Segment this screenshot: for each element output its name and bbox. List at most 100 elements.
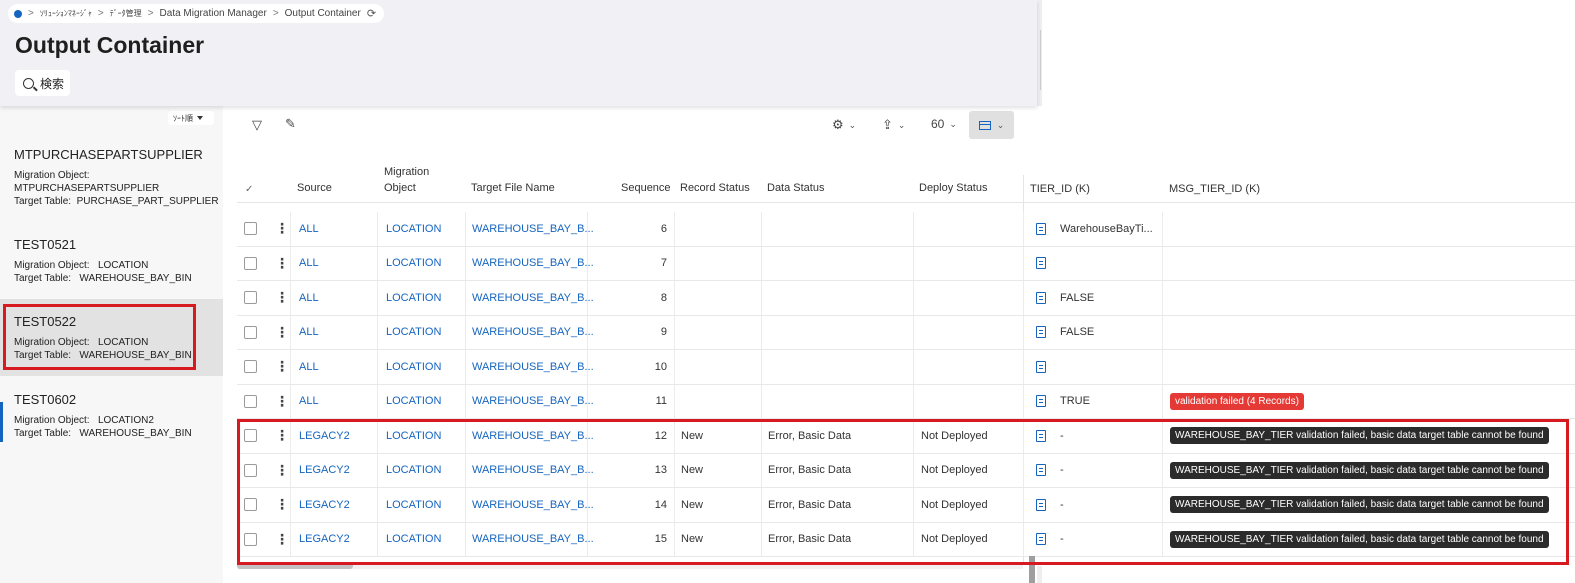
document-icon[interactable] <box>1036 360 1046 373</box>
refresh-icon[interactable]: ⟳ <box>367 7 376 20</box>
cell-source[interactable]: ALL <box>299 316 319 350</box>
row-checkbox-cell[interactable] <box>244 488 257 522</box>
cell-migration-object[interactable]: LOCATION <box>386 454 441 488</box>
row-checkbox[interactable] <box>244 394 257 408</box>
row-checkbox[interactable] <box>244 325 257 339</box>
cell-target-file[interactable]: WAREHOUSE_BAY_B... <box>472 454 594 488</box>
row-checkbox[interactable] <box>244 360 257 374</box>
vertical-scrollbar-thumb[interactable] <box>1029 556 1035 583</box>
column-header-migration-object[interactable]: Migration <box>384 166 429 178</box>
table-row[interactable]: ⋮ ALL LOCATION WAREHOUSE_BAY_B... 10 <box>237 350 1575 385</box>
document-icon[interactable] <box>1036 257 1046 270</box>
column-header-data-status[interactable]: Data Status <box>767 182 824 194</box>
cell-target-file[interactable]: WAREHOUSE_BAY_B... <box>472 385 594 419</box>
table-row[interactable]: ⋮ ALL LOCATION WAREHOUSE_BAY_B... 6 Warehouse… <box>237 212 1575 247</box>
table-row[interactable]: ⋮ LEGACY2 LOCATION WAREHOUSE_BAY_B... 14 New E… <box>237 488 1575 523</box>
list-item[interactable]: MTPURCHASEPARTSUPPLIER Migration Object:… <box>0 147 223 215</box>
row-menu-icon[interactable]: ⋮ <box>275 316 289 350</box>
cell-source[interactable]: ALL <box>299 350 319 384</box>
table-row[interactable]: ⋮ ALL LOCATION WAREHOUSE_BAY_B... 7 <box>237 246 1575 281</box>
breadcrumb-item[interactable]: ｿﾘｭｰｼｮﾝﾏﾈｰｼﾞｬ <box>40 8 92 19</box>
row-checkbox-cell[interactable] <box>244 419 257 453</box>
table-row[interactable]: ⋮ ALL LOCATION WAREHOUSE_BAY_B... 11 TRUE vali… <box>237 384 1575 419</box>
cell-source[interactable]: LEGACY2 <box>299 419 350 453</box>
cell-migration-object[interactable]: LOCATION <box>386 419 441 453</box>
select-all-check[interactable]: ✓ <box>245 184 253 195</box>
cell-target-file[interactable]: WAREHOUSE_BAY_B... <box>472 350 594 384</box>
column-header-tier-id[interactable]: TIER_ID (K) <box>1030 183 1090 195</box>
list-item[interactable]: TEST0521 Migration Object: LOCATION Targ… <box>0 237 223 292</box>
cell-migration-object[interactable]: LOCATION <box>386 212 441 246</box>
cell-document[interactable] <box>1036 281 1046 315</box>
cell-document[interactable] <box>1036 212 1046 246</box>
breadcrumb-item[interactable]: Data Migration Manager <box>160 8 267 19</box>
row-checkbox[interactable] <box>244 256 257 270</box>
table-row[interactable]: ⋮ ALL LOCATION WAREHOUSE_BAY_B... 9 FALSE <box>237 315 1575 350</box>
table-row[interactable]: ⋮ LEGACY2 LOCATION WAREHOUSE_BAY_B... 15 New E… <box>237 522 1575 557</box>
cell-migration-object[interactable]: LOCATION <box>386 281 441 315</box>
row-menu-icon[interactable]: ⋮ <box>275 454 289 488</box>
page-size-select[interactable]: 60 ⌄ <box>931 117 957 131</box>
document-icon[interactable] <box>1036 395 1046 408</box>
cell-target-file[interactable]: WAREHOUSE_BAY_B... <box>472 523 594 557</box>
horizontal-scrollbar-thumb[interactable] <box>237 563 353 569</box>
column-header-sequence[interactable]: Sequence <box>621 182 671 194</box>
row-checkbox[interactable] <box>244 222 257 236</box>
row-menu-icon[interactable]: ⋮ <box>275 247 289 281</box>
row-checkbox[interactable] <box>244 429 257 443</box>
table-view-button[interactable]: ⌄ <box>969 111 1014 139</box>
document-icon[interactable] <box>1036 464 1046 477</box>
row-menu-icon[interactable]: ⋮ <box>275 281 289 315</box>
document-icon[interactable] <box>1036 291 1046 304</box>
column-header-target-file-name[interactable]: Target File Name <box>471 182 555 194</box>
row-checkbox[interactable] <box>244 291 257 305</box>
row-checkbox-cell[interactable] <box>244 247 257 281</box>
cell-source[interactable]: ALL <box>299 385 319 419</box>
row-menu-icon[interactable]: ⋮ <box>275 350 289 384</box>
cell-target-file[interactable]: WAREHOUSE_BAY_B... <box>472 247 594 281</box>
filter-button[interactable]: ▽ <box>252 117 262 133</box>
cell-target-file[interactable]: WAREHOUSE_BAY_B... <box>472 419 594 453</box>
search-button[interactable]: 検索 <box>15 70 71 96</box>
row-checkbox-cell[interactable] <box>244 523 257 557</box>
row-checkbox[interactable] <box>244 463 257 477</box>
cell-document[interactable] <box>1036 316 1046 350</box>
cell-source[interactable]: ALL <box>299 212 319 246</box>
row-checkbox-cell[interactable] <box>244 316 257 350</box>
document-icon[interactable] <box>1036 326 1046 339</box>
edit-button[interactable]: ✎ <box>285 116 296 132</box>
document-icon[interactable] <box>1036 429 1046 442</box>
column-header-migration-object-line2[interactable]: Object <box>384 182 416 194</box>
list-item-selected[interactable]: TEST0522 Migration Object: LOCATION Targ… <box>0 299 223 376</box>
cell-migration-object[interactable]: LOCATION <box>386 385 441 419</box>
cell-target-file[interactable]: WAREHOUSE_BAY_B... <box>472 212 594 246</box>
cell-migration-object[interactable]: LOCATION <box>386 316 441 350</box>
cell-target-file[interactable]: WAREHOUSE_BAY_B... <box>472 488 594 522</box>
cell-source[interactable]: LEGACY2 <box>299 523 350 557</box>
breadcrumb-item[interactable]: ﾃﾞｰﾀ管理 <box>110 8 142 19</box>
cell-document[interactable] <box>1036 488 1046 522</box>
home-icon[interactable] <box>14 9 22 18</box>
row-checkbox[interactable] <box>244 532 257 546</box>
cell-target-file[interactable]: WAREHOUSE_BAY_B... <box>472 281 594 315</box>
export-menu-button[interactable]: ⇪ ⌄ <box>882 117 905 133</box>
row-checkbox-cell[interactable] <box>244 281 257 315</box>
row-menu-icon[interactable]: ⋮ <box>275 212 289 246</box>
column-header-msg-tier-id[interactable]: MSG_TIER_ID (K) <box>1169 183 1260 195</box>
horizontal-scrollbar-track[interactable] <box>237 563 1023 569</box>
cell-source[interactable]: ALL <box>299 247 319 281</box>
document-icon[interactable] <box>1036 498 1046 511</box>
row-checkbox[interactable] <box>244 498 257 512</box>
cell-target-file[interactable]: WAREHOUSE_BAY_B... <box>472 316 594 350</box>
cell-source[interactable]: ALL <box>299 281 319 315</box>
table-row[interactable]: ⋮ LEGACY2 LOCATION WAREHOUSE_BAY_B... 13 New E… <box>237 453 1575 488</box>
cell-document[interactable] <box>1036 419 1046 453</box>
cell-document[interactable] <box>1036 350 1046 384</box>
cell-migration-object[interactable]: LOCATION <box>386 523 441 557</box>
row-menu-icon[interactable]: ⋮ <box>275 385 289 419</box>
table-row[interactable]: ⋮ ALL LOCATION WAREHOUSE_BAY_B... 8 FALSE <box>237 281 1575 316</box>
cell-document[interactable] <box>1036 523 1046 557</box>
cell-source[interactable]: LEGACY2 <box>299 488 350 522</box>
document-icon[interactable] <box>1036 222 1046 235</box>
row-menu-icon[interactable]: ⋮ <box>275 419 289 453</box>
